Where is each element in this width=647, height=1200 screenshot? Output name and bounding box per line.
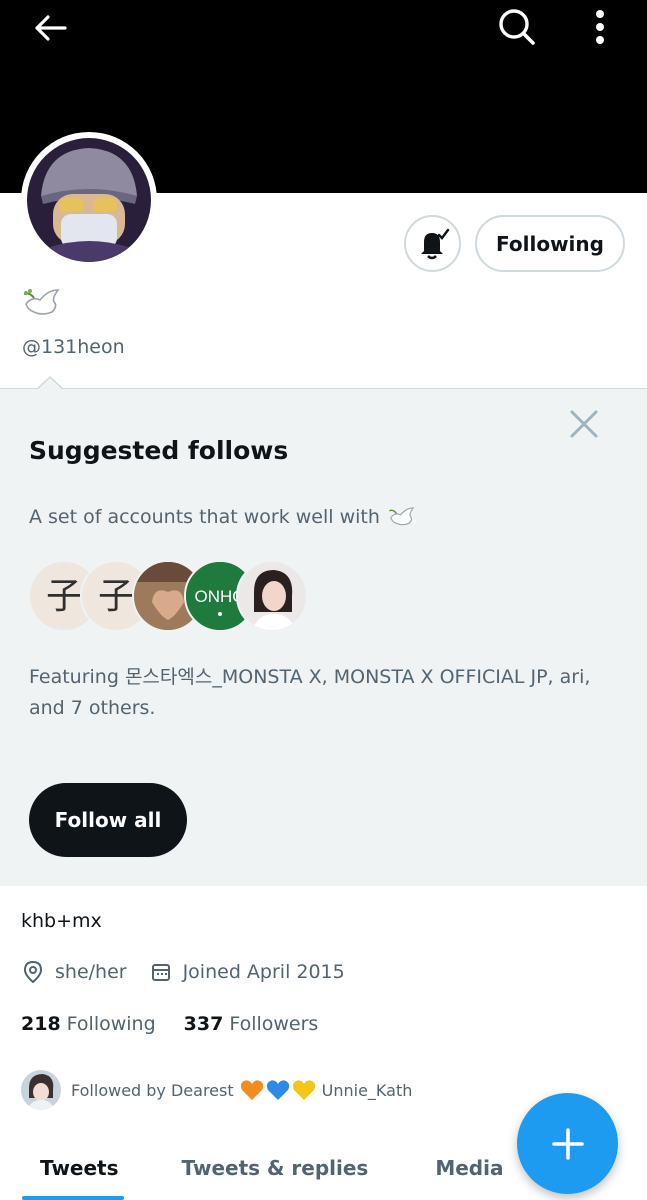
subtitle-text: A set of accounts that work well with [29,506,380,528]
search-icon [499,9,535,45]
orange-heart-icon [240,1080,263,1100]
avatar [27,138,151,262]
follow-all-button[interactable]: Follow all [29,783,187,857]
close-suggestions-button[interactable] [566,406,602,442]
search-button[interactable] [492,4,542,50]
yellow-heart-icon [292,1080,315,1100]
location-pin-icon [21,960,45,984]
joined-date-text: Joined April 2015 [182,961,345,983]
profile-handle: @131heon [22,336,125,358]
panel-notch-fill [37,378,63,390]
calendar-icon [149,960,173,984]
follow-stats: 218 Following 337 Followers [21,1013,318,1035]
tab-label: Tweets & replies [181,1155,369,1180]
tab-tweets[interactable]: Tweets [0,1135,140,1200]
suggested-avatar [236,560,308,632]
blue-heart-icon [266,1080,289,1100]
back-button[interactable] [20,6,80,50]
pronouns-text: she/her [55,961,127,983]
tab-media[interactable]: Media [389,1135,524,1200]
more-options-button[interactable] [580,4,620,50]
profile-avatar[interactable] [21,132,157,268]
tab-label: Media [435,1155,504,1180]
avatar-glyph: 子 [46,576,82,617]
bell-check-icon [420,228,449,259]
tab-tweets-and-replies[interactable]: Tweets & replies [140,1135,390,1200]
suggested-avatars[interactable]: 子 子 ONHO [28,560,308,634]
profile-meta: she/her Joined April 2015 [21,960,345,984]
followers-stat[interactable]: 337 Followers [184,1013,319,1035]
following-stat[interactable]: 218 Following [21,1013,156,1035]
active-tab-indicator [22,1196,124,1200]
follower-avatar [21,1070,61,1110]
more-vertical-icon [596,10,604,44]
following-stat-label: Following [66,1013,156,1035]
suggested-follows-title: Suggested follows [29,436,289,465]
followers-stat-label: Followers [229,1013,319,1035]
display-name-dove-emoji [22,286,66,326]
followed-by-row[interactable]: Followed by Dearest Unnie_Kath [21,1070,412,1110]
followed-by-text: Followed by Dearest [71,1080,234,1100]
compose-tweet-button[interactable] [517,1093,618,1194]
following-button[interactable]: Following [475,215,625,272]
followers-count: 337 [183,1013,224,1035]
dove-emoji-icon [389,507,415,526]
heart-emojis [240,1079,316,1101]
avatar-glyph: 子 [98,576,134,617]
profile-bio: khb+mx [21,910,102,932]
notifications-bell-button[interactable] [404,215,461,272]
featuring-text: Featuring 몬스타엑스_MONSTA X, MONSTA X OFFIC… [29,666,591,719]
followed-by-suffix: Unnie_Kath [321,1080,413,1100]
close-icon [570,410,598,438]
following-count: 218 [21,1013,61,1035]
tab-label: Tweets [40,1155,119,1180]
suggested-follows-subtitle: A set of accounts that work well with [29,505,416,529]
plus-icon [551,1127,584,1160]
arrow-left-icon [35,15,67,41]
